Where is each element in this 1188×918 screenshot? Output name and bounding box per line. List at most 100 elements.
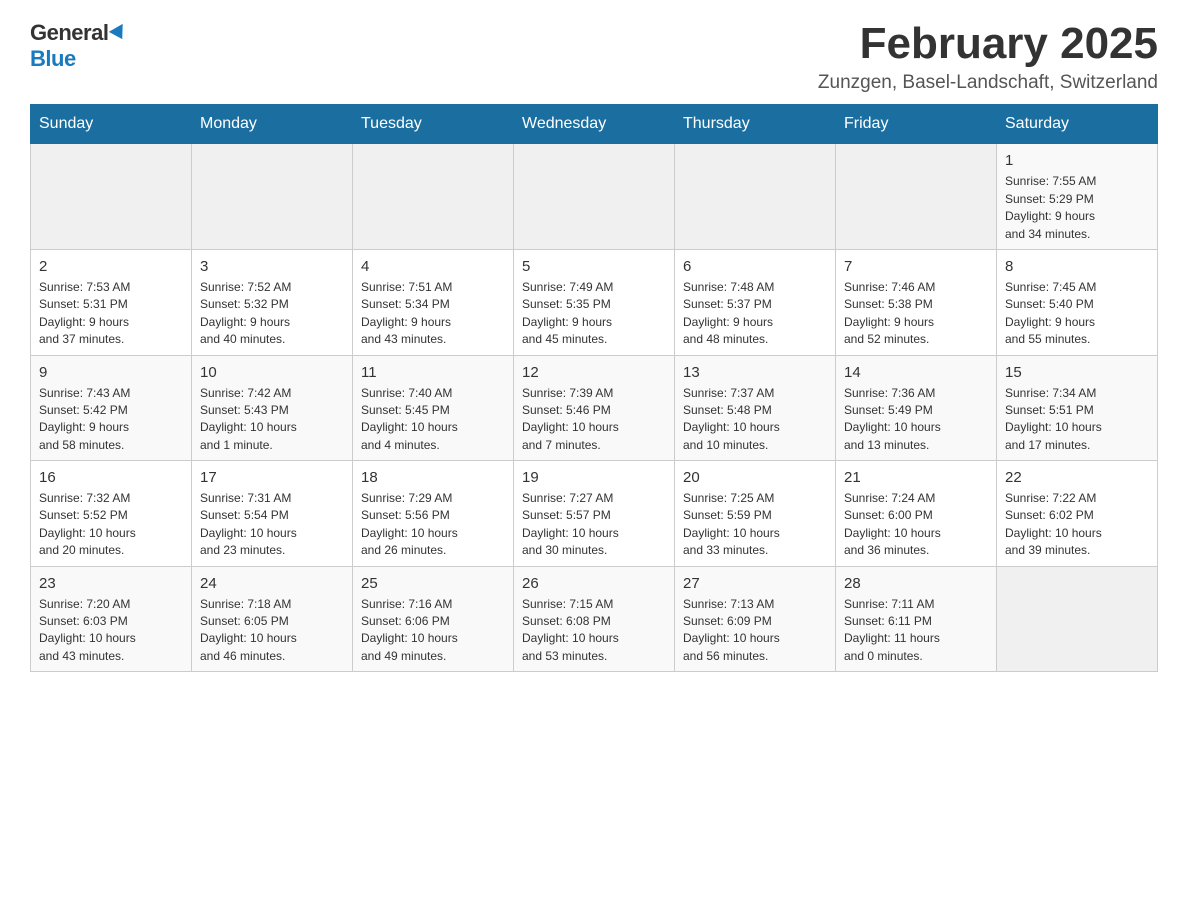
- day-number: 22: [1005, 467, 1149, 488]
- calendar-week-row: 1Sunrise: 7:55 AM Sunset: 5:29 PM Daylig…: [31, 144, 1158, 250]
- day-number: 23: [39, 573, 183, 594]
- title-section: February 2025 Zunzgen, Basel-Landschaft,…: [818, 20, 1158, 94]
- calendar-cell: 26Sunrise: 7:15 AM Sunset: 6:08 PM Dayli…: [514, 566, 675, 672]
- day-number: 1: [1005, 150, 1149, 171]
- calendar-cell: 15Sunrise: 7:34 AM Sunset: 5:51 PM Dayli…: [997, 355, 1158, 461]
- calendar-cell: 9Sunrise: 7:43 AM Sunset: 5:42 PM Daylig…: [31, 355, 192, 461]
- calendar-cell: 4Sunrise: 7:51 AM Sunset: 5:34 PM Daylig…: [353, 249, 514, 355]
- day-info: Sunrise: 7:55 AM Sunset: 5:29 PM Dayligh…: [1005, 173, 1149, 243]
- weekday-header-tuesday: Tuesday: [353, 105, 514, 144]
- day-info: Sunrise: 7:34 AM Sunset: 5:51 PM Dayligh…: [1005, 385, 1149, 455]
- calendar-cell: [675, 144, 836, 250]
- calendar-cell: 20Sunrise: 7:25 AM Sunset: 5:59 PM Dayli…: [675, 461, 836, 567]
- day-number: 19: [522, 467, 666, 488]
- day-number: 14: [844, 362, 988, 383]
- calendar-cell: 19Sunrise: 7:27 AM Sunset: 5:57 PM Dayli…: [514, 461, 675, 567]
- weekday-header-saturday: Saturday: [997, 105, 1158, 144]
- calendar-cell: 8Sunrise: 7:45 AM Sunset: 5:40 PM Daylig…: [997, 249, 1158, 355]
- day-info: Sunrise: 7:36 AM Sunset: 5:49 PM Dayligh…: [844, 385, 988, 455]
- day-info: Sunrise: 7:51 AM Sunset: 5:34 PM Dayligh…: [361, 279, 505, 349]
- calendar-cell: 7Sunrise: 7:46 AM Sunset: 5:38 PM Daylig…: [836, 249, 997, 355]
- day-number: 26: [522, 573, 666, 594]
- day-info: Sunrise: 7:52 AM Sunset: 5:32 PM Dayligh…: [200, 279, 344, 349]
- calendar-cell: 16Sunrise: 7:32 AM Sunset: 5:52 PM Dayli…: [31, 461, 192, 567]
- calendar-cell: 6Sunrise: 7:48 AM Sunset: 5:37 PM Daylig…: [675, 249, 836, 355]
- day-number: 25: [361, 573, 505, 594]
- calendar-cell: 13Sunrise: 7:37 AM Sunset: 5:48 PM Dayli…: [675, 355, 836, 461]
- day-info: Sunrise: 7:37 AM Sunset: 5:48 PM Dayligh…: [683, 385, 827, 455]
- day-info: Sunrise: 7:18 AM Sunset: 6:05 PM Dayligh…: [200, 596, 344, 666]
- day-info: Sunrise: 7:11 AM Sunset: 6:11 PM Dayligh…: [844, 596, 988, 666]
- day-number: 18: [361, 467, 505, 488]
- calendar-cell: 24Sunrise: 7:18 AM Sunset: 6:05 PM Dayli…: [192, 566, 353, 672]
- logo: General Blue: [30, 20, 127, 72]
- day-info: Sunrise: 7:49 AM Sunset: 5:35 PM Dayligh…: [522, 279, 666, 349]
- day-info: Sunrise: 7:45 AM Sunset: 5:40 PM Dayligh…: [1005, 279, 1149, 349]
- logo-general-text: General: [30, 20, 108, 46]
- day-info: Sunrise: 7:20 AM Sunset: 6:03 PM Dayligh…: [39, 596, 183, 666]
- day-number: 6: [683, 256, 827, 277]
- day-number: 16: [39, 467, 183, 488]
- day-info: Sunrise: 7:16 AM Sunset: 6:06 PM Dayligh…: [361, 596, 505, 666]
- day-number: 10: [200, 362, 344, 383]
- day-info: Sunrise: 7:13 AM Sunset: 6:09 PM Dayligh…: [683, 596, 827, 666]
- calendar-cell: 21Sunrise: 7:24 AM Sunset: 6:00 PM Dayli…: [836, 461, 997, 567]
- calendar-cell: [31, 144, 192, 250]
- day-info: Sunrise: 7:15 AM Sunset: 6:08 PM Dayligh…: [522, 596, 666, 666]
- calendar-cell: 18Sunrise: 7:29 AM Sunset: 5:56 PM Dayli…: [353, 461, 514, 567]
- day-number: 4: [361, 256, 505, 277]
- calendar-cell: [836, 144, 997, 250]
- day-number: 15: [1005, 362, 1149, 383]
- day-info: Sunrise: 7:29 AM Sunset: 5:56 PM Dayligh…: [361, 490, 505, 560]
- day-info: Sunrise: 7:27 AM Sunset: 5:57 PM Dayligh…: [522, 490, 666, 560]
- weekday-header-sunday: Sunday: [31, 105, 192, 144]
- calendar-table: SundayMondayTuesdayWednesdayThursdayFrid…: [30, 104, 1158, 672]
- calendar-cell: 28Sunrise: 7:11 AM Sunset: 6:11 PM Dayli…: [836, 566, 997, 672]
- weekday-header-friday: Friday: [836, 105, 997, 144]
- calendar-cell: 14Sunrise: 7:36 AM Sunset: 5:49 PM Dayli…: [836, 355, 997, 461]
- day-number: 9: [39, 362, 183, 383]
- day-number: 12: [522, 362, 666, 383]
- day-info: Sunrise: 7:25 AM Sunset: 5:59 PM Dayligh…: [683, 490, 827, 560]
- calendar-cell: 3Sunrise: 7:52 AM Sunset: 5:32 PM Daylig…: [192, 249, 353, 355]
- logo-blue-text: Blue: [30, 46, 76, 72]
- calendar-cell: 1Sunrise: 7:55 AM Sunset: 5:29 PM Daylig…: [997, 144, 1158, 250]
- calendar-cell: 23Sunrise: 7:20 AM Sunset: 6:03 PM Dayli…: [31, 566, 192, 672]
- month-year-title: February 2025: [818, 20, 1158, 68]
- day-number: 7: [844, 256, 988, 277]
- calendar-cell: 27Sunrise: 7:13 AM Sunset: 6:09 PM Dayli…: [675, 566, 836, 672]
- calendar-cell: 12Sunrise: 7:39 AM Sunset: 5:46 PM Dayli…: [514, 355, 675, 461]
- day-number: 20: [683, 467, 827, 488]
- day-number: 5: [522, 256, 666, 277]
- day-number: 11: [361, 362, 505, 383]
- day-info: Sunrise: 7:22 AM Sunset: 6:02 PM Dayligh…: [1005, 490, 1149, 560]
- day-number: 28: [844, 573, 988, 594]
- calendar-cell: [192, 144, 353, 250]
- calendar-cell: 2Sunrise: 7:53 AM Sunset: 5:31 PM Daylig…: [31, 249, 192, 355]
- day-info: Sunrise: 7:46 AM Sunset: 5:38 PM Dayligh…: [844, 279, 988, 349]
- calendar-cell: 17Sunrise: 7:31 AM Sunset: 5:54 PM Dayli…: [192, 461, 353, 567]
- day-number: 13: [683, 362, 827, 383]
- day-number: 27: [683, 573, 827, 594]
- calendar-cell: [514, 144, 675, 250]
- calendar-cell: 25Sunrise: 7:16 AM Sunset: 6:06 PM Dayli…: [353, 566, 514, 672]
- day-info: Sunrise: 7:43 AM Sunset: 5:42 PM Dayligh…: [39, 385, 183, 455]
- day-info: Sunrise: 7:48 AM Sunset: 5:37 PM Dayligh…: [683, 279, 827, 349]
- weekday-header-wednesday: Wednesday: [514, 105, 675, 144]
- calendar-header-row: SundayMondayTuesdayWednesdayThursdayFrid…: [31, 105, 1158, 144]
- calendar-cell: [353, 144, 514, 250]
- calendar-week-row: 2Sunrise: 7:53 AM Sunset: 5:31 PM Daylig…: [31, 249, 1158, 355]
- calendar-cell: 11Sunrise: 7:40 AM Sunset: 5:45 PM Dayli…: [353, 355, 514, 461]
- calendar-cell: 22Sunrise: 7:22 AM Sunset: 6:02 PM Dayli…: [997, 461, 1158, 567]
- calendar-week-row: 9Sunrise: 7:43 AM Sunset: 5:42 PM Daylig…: [31, 355, 1158, 461]
- day-number: 3: [200, 256, 344, 277]
- calendar-week-row: 16Sunrise: 7:32 AM Sunset: 5:52 PM Dayli…: [31, 461, 1158, 567]
- location-subtitle: Zunzgen, Basel-Landschaft, Switzerland: [818, 72, 1158, 94]
- day-info: Sunrise: 7:40 AM Sunset: 5:45 PM Dayligh…: [361, 385, 505, 455]
- day-number: 21: [844, 467, 988, 488]
- weekday-header-monday: Monday: [192, 105, 353, 144]
- page-header: General Blue February 2025 Zunzgen, Base…: [30, 20, 1158, 94]
- day-number: 17: [200, 467, 344, 488]
- day-info: Sunrise: 7:39 AM Sunset: 5:46 PM Dayligh…: [522, 385, 666, 455]
- day-info: Sunrise: 7:31 AM Sunset: 5:54 PM Dayligh…: [200, 490, 344, 560]
